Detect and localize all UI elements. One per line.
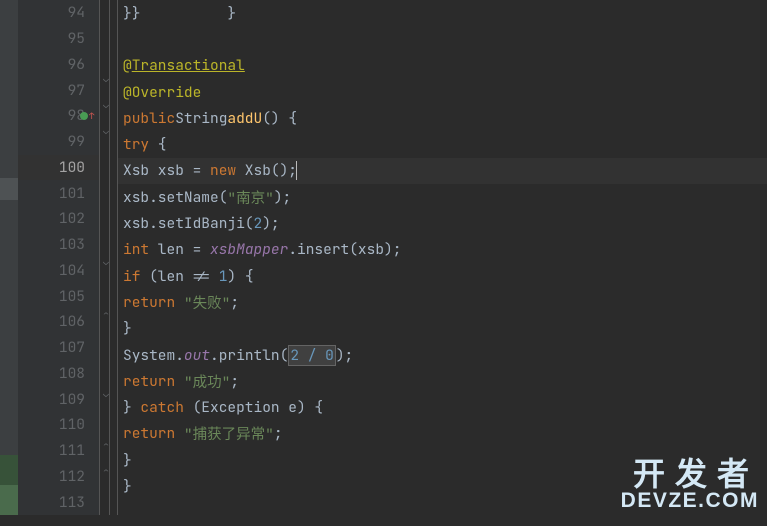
code-line-current: Xsb xsb = new Xsb(); (118, 158, 767, 184)
line-number[interactable]: 108 (18, 361, 99, 387)
code-line: } (118, 316, 767, 342)
annotation: @ (123, 56, 132, 75)
fold-expand-icon[interactable]: ⌃ (103, 439, 109, 452)
fold-collapse-icon[interactable]: ⌄ (103, 72, 109, 85)
fold-collapse-icon[interactable]: ⌄ (103, 124, 109, 137)
code-line: xsb.setIdBanji(2); (118, 210, 767, 236)
watermark-en: DEVZE.COM (621, 490, 759, 511)
code-line: return "成功"; (118, 368, 767, 394)
fold-collapse-icon[interactable]: ⌄ (103, 387, 109, 400)
fold-collapse-icon[interactable]: ⌄ (103, 255, 109, 268)
code-line: @Override (118, 79, 767, 105)
code-line: return "捕获了异常"; (118, 421, 767, 447)
code-line: System.out.println(2 / 0); (118, 342, 767, 368)
line-number[interactable]: 95 (18, 26, 99, 52)
up-arrow-icon: ↑ (89, 110, 94, 122)
override-marker-icon[interactable] (80, 112, 88, 120)
code-line: if (len != 1) { (118, 263, 767, 289)
code-line: try { (118, 131, 767, 157)
line-number[interactable]: 110 (18, 412, 99, 438)
line-number[interactable]: 94 (18, 0, 99, 26)
code-line: int len = xsbMapper.insert(xsb); (118, 237, 767, 263)
line-number[interactable]: 103 (18, 232, 99, 258)
line-number[interactable]: 105 (18, 283, 99, 309)
line-number[interactable]: 107 (18, 335, 99, 361)
method-name: addU (227, 109, 262, 128)
code-line (118, 26, 767, 52)
line-number[interactable]: 109 (18, 386, 99, 412)
annotation: @Override (123, 83, 201, 102)
fold-gutter[interactable]: ⌄ ⌄ ⌄ ⌄ ⌃ ⌄ ⌃ ⌃ (100, 0, 118, 515)
line-number-gutter[interactable]: 94 95 96 97 ↑ 98 99 100 101 102 103 104 … (18, 0, 100, 515)
line-number[interactable]: ↑ 98 (18, 103, 99, 129)
watermark-cn: 开发者 (621, 458, 759, 490)
code-line: public String addU() { (118, 105, 767, 131)
fold-expand-icon[interactable]: ⌃ (103, 465, 109, 478)
code-line: xsb.setName("南京"); (118, 184, 767, 210)
line-number[interactable]: 112 (18, 464, 99, 490)
sidebar-tab[interactable] (0, 178, 18, 200)
fold-expand-icon[interactable]: ⌃ (103, 308, 109, 321)
code-line: }} } (118, 0, 767, 26)
code-area[interactable]: }} } @Transactional @Override public Str… (118, 0, 767, 515)
line-number[interactable]: 104 (18, 258, 99, 284)
code-editor[interactable]: 94 95 96 97 ↑ 98 99 100 101 102 103 104 … (0, 0, 767, 515)
watermark: 开发者 DEVZE.COM (621, 458, 759, 511)
code-line: return "失败"; (118, 289, 767, 315)
sidebar-marker-1 (0, 455, 18, 485)
text-cursor (296, 161, 297, 180)
line-number[interactable]: 97 (18, 77, 99, 103)
line-number[interactable]: 113 (18, 489, 99, 515)
line-number[interactable]: 106 (18, 309, 99, 335)
highlighted-expr: 2 / 0 (288, 345, 336, 366)
line-number-current[interactable]: 100 (18, 155, 99, 181)
fold-collapse-icon[interactable]: ⌄ (103, 98, 109, 111)
sidebar-marker-2 (0, 485, 18, 515)
fold-line (109, 0, 110, 515)
line-number[interactable]: 96 (18, 52, 99, 78)
line-number[interactable]: 111 (18, 438, 99, 464)
line-number[interactable]: 102 (18, 206, 99, 232)
line-number[interactable]: 99 (18, 129, 99, 155)
code-line: @Transactional (118, 53, 767, 79)
code-line: } catch (Exception e) { (118, 394, 767, 420)
annotation-link[interactable]: Transactional (132, 56, 245, 75)
tool-sidebar[interactable] (0, 0, 18, 515)
line-number[interactable]: 101 (18, 180, 99, 206)
